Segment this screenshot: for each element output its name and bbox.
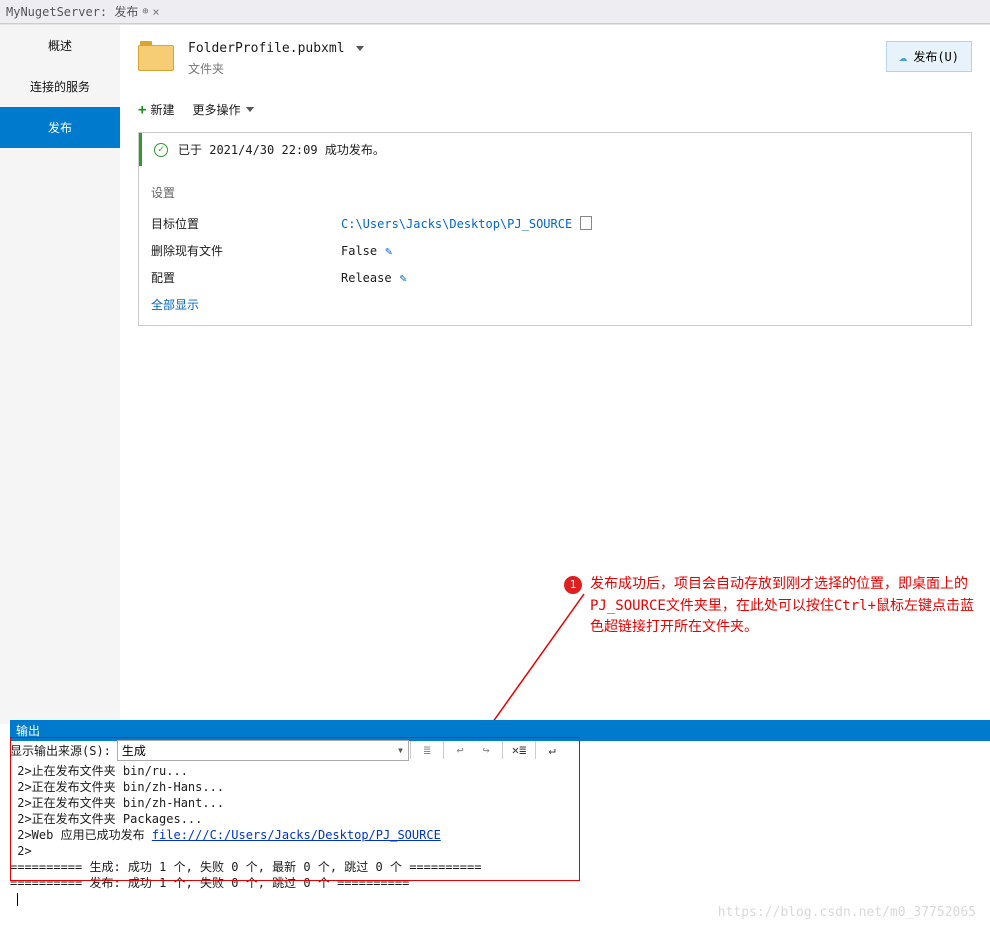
profile-toolbar: + 新建 更多操作 bbox=[138, 101, 972, 118]
more-actions-button[interactable]: 更多操作 bbox=[192, 101, 254, 118]
plus-icon: + bbox=[138, 102, 146, 118]
target-path-link[interactable]: C:\Users\Jacks\Desktop\PJ_SOURCE bbox=[341, 217, 572, 231]
watermark-text: https://blog.csdn.net/m0_37752065 bbox=[718, 905, 976, 920]
chevron-down-icon[interactable]: ▾ bbox=[397, 743, 404, 757]
setting-row-delete-existing: 删除现有文件 False ✎ bbox=[151, 242, 959, 259]
annotation-badge: 1 bbox=[564, 576, 582, 594]
setting-value: Release bbox=[341, 271, 392, 285]
output-text-area[interactable]: 2>止在发布文件夹 bin/ru... 2>正在发布文件夹 bin/zh-Han… bbox=[10, 763, 980, 907]
show-all-link[interactable]: 全部显示 bbox=[151, 296, 959, 313]
annotation-callout: 1 发布成功后，项目会自动存放到刚才选择的位置，即桌面上的PJ_SOURCE文件… bbox=[590, 574, 980, 639]
separator bbox=[443, 741, 444, 759]
separator bbox=[410, 741, 411, 759]
annotation-text: 发布成功后，项目会自动存放到刚才选择的位置，即桌面上的PJ_SOURCE文件夹里… bbox=[590, 576, 974, 635]
prev-message-icon[interactable]: ↩ bbox=[450, 740, 470, 760]
pin-icon[interactable]: ⊕ bbox=[142, 6, 148, 17]
output-source-label: 显示输出来源(S): bbox=[10, 742, 111, 759]
document-tab-strip: MyNugetServer: 发布 ⊕ × bbox=[0, 0, 990, 24]
setting-row-target: 目标位置 C:\Users\Jacks\Desktop\PJ_SOURCE bbox=[151, 215, 959, 232]
clear-all-icon[interactable]: ✕≣ bbox=[509, 740, 529, 760]
output-lines-post: 2> ========== 生成: 成功 1 个, 失败 0 个, 最新 0 个… bbox=[10, 844, 481, 890]
more-label: 更多操作 bbox=[192, 101, 240, 118]
settings-section: 设置 目标位置 C:\Users\Jacks\Desktop\PJ_SOURCE… bbox=[139, 184, 971, 325]
pencil-edit-icon[interactable]: ✎ bbox=[400, 271, 407, 285]
chevron-down-icon bbox=[356, 46, 364, 51]
folder-icon bbox=[138, 41, 174, 71]
next-message-icon[interactable]: ↪ bbox=[476, 740, 496, 760]
find-message-icon[interactable]: ≣ bbox=[417, 740, 437, 760]
status-panel: ✓ 已于 2021/4/30 22:09 成功发布。 设置 目标位置 C:\Us… bbox=[138, 132, 972, 326]
profile-dropdown[interactable]: FolderProfile.pubxml bbox=[188, 41, 364, 56]
copy-icon[interactable] bbox=[580, 218, 590, 230]
sidebar-item-connected-services[interactable]: 连接的服务 bbox=[0, 66, 120, 107]
cloud-upload-icon: ☁ bbox=[899, 49, 907, 65]
status-row: ✓ 已于 2021/4/30 22:09 成功发布。 bbox=[139, 133, 971, 166]
status-text: 已于 2021/4/30 22:09 成功发布。 bbox=[178, 141, 385, 158]
text-cursor bbox=[17, 893, 18, 906]
profile-name: FolderProfile.pubxml bbox=[188, 41, 345, 56]
word-wrap-icon[interactable]: ↵ bbox=[542, 740, 562, 760]
document-tab[interactable]: MyNugetServer: 发布 ⊕ × bbox=[0, 0, 166, 23]
profile-header: FolderProfile.pubxml 文件夹 ☁ 发布(U) bbox=[138, 41, 972, 77]
setting-label: 配置 bbox=[151, 269, 341, 286]
profile-type: 文件夹 bbox=[188, 60, 364, 77]
setting-label: 删除现有文件 bbox=[151, 242, 341, 259]
setting-label: 目标位置 bbox=[151, 215, 341, 232]
new-label: 新建 bbox=[150, 101, 174, 118]
output-toolbar: 显示输出来源(S): ▾ ≣ ↩ ↪ ✕≣ ↵ bbox=[10, 738, 980, 762]
output-source-select[interactable] bbox=[117, 740, 409, 761]
publish-button-label: 发布(U) bbox=[913, 48, 959, 65]
pencil-edit-icon[interactable]: ✎ bbox=[385, 244, 392, 258]
close-icon[interactable]: × bbox=[152, 5, 159, 19]
output-publish-link[interactable]: file:///C:/Users/Jacks/Desktop/PJ_SOURCE bbox=[152, 828, 441, 842]
separator bbox=[535, 741, 536, 759]
publish-button[interactable]: ☁ 发布(U) bbox=[886, 41, 972, 72]
success-check-icon: ✓ bbox=[154, 143, 168, 157]
sidebar-item-publish[interactable]: 发布 bbox=[0, 107, 120, 148]
sidebar: 概述 连接的服务 发布 bbox=[0, 25, 120, 724]
sidebar-item-overview[interactable]: 概述 bbox=[0, 25, 120, 66]
document-tab-title: MyNugetServer: 发布 bbox=[6, 3, 138, 20]
new-profile-button[interactable]: + 新建 bbox=[138, 101, 174, 118]
separator bbox=[502, 741, 503, 759]
settings-title: 设置 bbox=[151, 184, 959, 201]
setting-value: False bbox=[341, 244, 377, 258]
chevron-down-icon bbox=[246, 107, 254, 112]
profile-text: FolderProfile.pubxml 文件夹 bbox=[188, 41, 364, 77]
setting-row-configuration: 配置 Release ✎ bbox=[151, 269, 959, 286]
